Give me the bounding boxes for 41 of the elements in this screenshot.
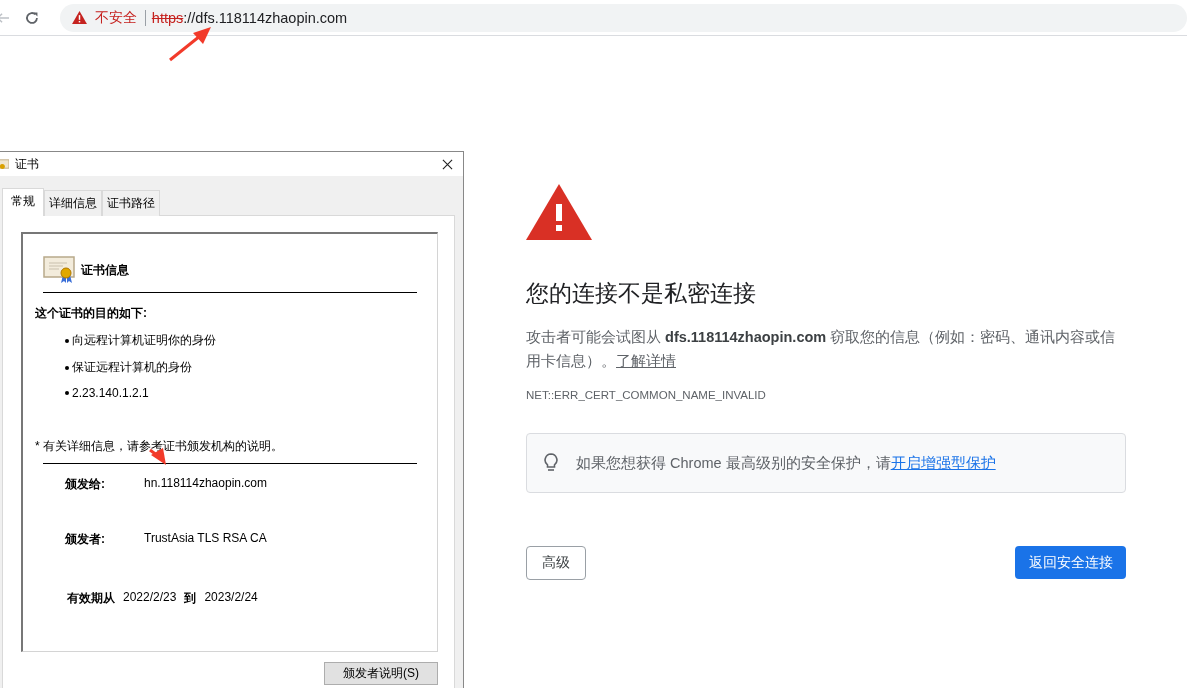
enhanced-protection-link[interactable]: 开启增强型保护 <box>890 454 996 471</box>
warning-description: 攻击者可能会试图从 dfs.118114zhaopin.com 窃取您的信息（例如：密码、通讯内容或信用卡信息）。了解详情 <box>526 328 1117 371</box>
dialog-title: 证书 <box>15 155 39 173</box>
error-code: NET::ERR_CERT_COMMON_NAME_INVALID <box>526 389 767 401</box>
close-icon[interactable] <box>442 158 453 170</box>
warning-icon <box>526 184 592 240</box>
bullet-icon <box>65 391 69 395</box>
purpose-item: 保证远程计算机的身份 <box>72 359 192 376</box>
field-value: hn.118114zhaopin.com <box>144 476 267 492</box>
purpose-item: 2.23.140.1.2.1 <box>72 386 149 400</box>
purpose-item: 向远程计算机证明你的身份 <box>72 332 216 349</box>
learn-more-link[interactable]: 了解详情 <box>616 353 676 369</box>
back-to-safety-button[interactable]: 返回安全连接 <box>1015 546 1126 579</box>
warning-icon <box>71 11 87 24</box>
certificate-icon <box>0 157 9 171</box>
bullet-icon <box>65 338 69 343</box>
field-value: 2022/2/23 <box>123 590 177 606</box>
lightbulb-icon <box>544 453 558 473</box>
field-label: 有效期从 <box>67 590 115 607</box>
field-value: 2023/2/24 <box>204 590 258 606</box>
security-label: 不安全 <box>94 8 137 27</box>
purpose-heading: 这个证书的目的如下: <box>35 305 148 322</box>
dialog-tab[interactable]: 详细信息 <box>44 190 102 216</box>
section-heading: 证书信息 <box>81 261 129 279</box>
page-heading: 您的连接不是私密连接 <box>526 279 757 308</box>
dialog-tab[interactable]: 证书路径 <box>102 190 160 216</box>
reload-icon[interactable] <box>23 9 40 26</box>
bullet-icon <box>65 365 69 370</box>
dialog-tab[interactable]: 常规 <box>2 188 44 216</box>
annotation-arrow <box>169 27 211 62</box>
certificate-icon <box>43 256 75 284</box>
address-bar[interactable]: 不安全 https://dfs.118114zhaopin.com <box>59 3 1187 32</box>
issuer-statement-button[interactable]: 颁发者说明(S) <box>324 662 438 685</box>
field-label: 到 <box>184 590 197 607</box>
field-label: 颁发者: <box>65 531 106 548</box>
url-text: https://dfs.118114zhaopin.com <box>151 9 348 26</box>
field-label: 颁发给: <box>65 476 106 493</box>
tip-text: 如果您想获得 Chrome 最高级别的安全保护，请开启增强型保护 <box>576 453 996 473</box>
note-text: * 有关详细信息，请参考证书颁发机构的说明。 <box>35 438 284 455</box>
field-value: TrustAsia TLS RSA CA <box>144 531 267 547</box>
advanced-button[interactable]: 高级 <box>526 546 586 580</box>
